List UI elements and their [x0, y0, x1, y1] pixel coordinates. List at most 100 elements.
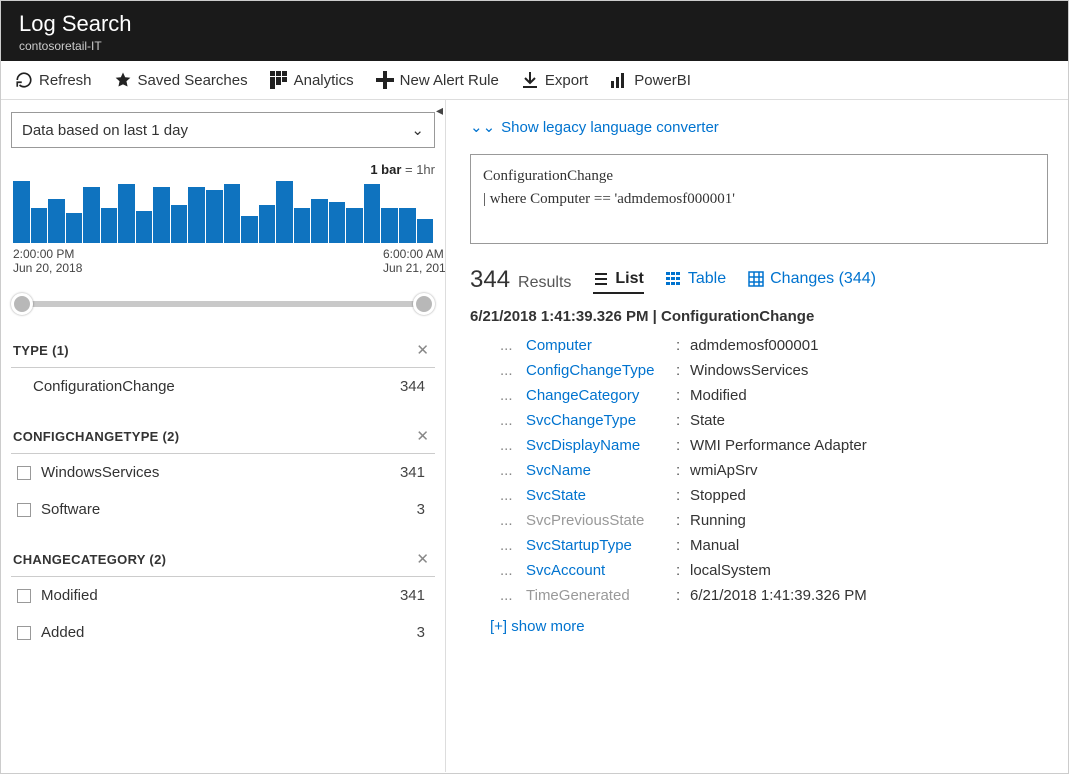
- property-key[interactable]: ChangeCategory: [526, 387, 676, 404]
- property-value: Modified: [690, 387, 747, 404]
- histogram-bar[interactable]: [66, 213, 83, 243]
- histogram-bar[interactable]: [381, 208, 398, 243]
- facet-close-icon[interactable]: ✕: [416, 550, 429, 568]
- histogram-bar[interactable]: [364, 184, 381, 243]
- facet-close-icon[interactable]: ✕: [416, 427, 429, 445]
- histogram-bar[interactable]: [224, 184, 241, 243]
- collapse-left-icon[interactable]: ◂: [436, 102, 443, 119]
- export-button[interactable]: Export: [521, 71, 588, 89]
- histogram-bar[interactable]: [171, 205, 188, 243]
- histogram-bar[interactable]: [188, 187, 205, 243]
- ellipsis-icon[interactable]: ...: [500, 437, 526, 454]
- histogram-bar[interactable]: [417, 219, 434, 243]
- property-row: ...SvcStartupType:Manual: [470, 533, 1048, 558]
- axis-left-date: Jun 20, 2018: [13, 261, 133, 275]
- property-key[interactable]: SvcChangeType: [526, 412, 676, 429]
- histogram-bar[interactable]: [311, 199, 328, 243]
- ellipsis-icon[interactable]: ...: [500, 587, 526, 604]
- property-row: ...SvcName:wmiApSrv: [470, 458, 1048, 483]
- bar-scale-label: 1 bar = 1hr: [11, 162, 435, 177]
- histogram-chart[interactable]: [11, 181, 435, 243]
- histogram-bar[interactable]: [153, 187, 170, 243]
- property-key[interactable]: SvcDisplayName: [526, 437, 676, 454]
- powerbi-label: PowerBI: [634, 72, 691, 89]
- ellipsis-icon[interactable]: ...: [500, 562, 526, 579]
- property-value: localSystem: [690, 562, 771, 579]
- facet-row[interactable]: ConfigurationChange344: [11, 368, 435, 405]
- facet-group: CONFIGCHANGETYPE (2)✕WindowsServices341S…: [11, 423, 435, 528]
- colon: :: [676, 512, 690, 529]
- facet-row[interactable]: Software3: [11, 491, 435, 528]
- property-value: State: [690, 412, 725, 429]
- list-icon: [593, 271, 609, 287]
- ellipsis-icon[interactable]: ...: [500, 387, 526, 404]
- ellipsis-icon[interactable]: ...: [500, 537, 526, 554]
- facet-row[interactable]: Added3: [11, 614, 435, 651]
- checkbox[interactable]: [17, 589, 31, 603]
- histogram-bar[interactable]: [276, 181, 293, 243]
- checkbox[interactable]: [17, 626, 31, 640]
- time-slider[interactable]: [13, 289, 433, 319]
- histogram-bar[interactable]: [399, 208, 416, 243]
- results-count: 344: [470, 266, 510, 294]
- histogram-bar[interactable]: [31, 208, 48, 243]
- ellipsis-icon[interactable]: ...: [500, 337, 526, 354]
- left-panel: ◂ Data based on last 1 day ⌄ 1 bar = 1hr…: [1, 100, 446, 772]
- checkbox[interactable]: [17, 466, 31, 480]
- histogram-bar[interactable]: [101, 208, 118, 243]
- property-key[interactable]: SvcAccount: [526, 562, 676, 579]
- view-table-tab[interactable]: Table: [666, 270, 726, 292]
- time-range-dropdown[interactable]: Data based on last 1 day ⌄: [11, 112, 435, 148]
- histogram-bar[interactable]: [294, 208, 311, 243]
- ellipsis-icon[interactable]: ...: [500, 412, 526, 429]
- saved-searches-button[interactable]: Saved Searches: [114, 71, 248, 89]
- ellipsis-icon[interactable]: ...: [500, 512, 526, 529]
- facet-close-icon[interactable]: ✕: [416, 341, 429, 359]
- property-key[interactable]: ConfigChangeType: [526, 362, 676, 379]
- histogram-bar[interactable]: [346, 208, 363, 243]
- facet-label: Modified: [41, 587, 400, 604]
- histogram-bar[interactable]: [83, 187, 100, 243]
- view-changes-tab[interactable]: Changes (344): [748, 270, 876, 292]
- plus-icon: [376, 71, 394, 89]
- property-value: wmiApSrv: [690, 462, 758, 479]
- facet-row[interactable]: Modified341: [11, 577, 435, 614]
- facet-header: CHANGECATEGORY (2)✕: [11, 546, 435, 577]
- colon: :: [676, 462, 690, 479]
- view-changes-label: Changes (344): [770, 270, 876, 288]
- histogram-bar[interactable]: [48, 199, 65, 243]
- powerbi-button[interactable]: PowerBI: [610, 71, 691, 89]
- histogram-bar[interactable]: [259, 205, 276, 243]
- analytics-button[interactable]: Analytics: [270, 71, 354, 89]
- toolbar: Refresh Saved Searches Analytics New Ale…: [1, 61, 1068, 100]
- property-key[interactable]: SvcState: [526, 487, 676, 504]
- histogram-bar[interactable]: [206, 190, 223, 243]
- time-range-label: Data based on last 1 day: [22, 122, 188, 139]
- ellipsis-icon[interactable]: ...: [500, 487, 526, 504]
- ellipsis-icon[interactable]: ...: [500, 362, 526, 379]
- ellipsis-icon[interactable]: ...: [500, 462, 526, 479]
- property-key[interactable]: Computer: [526, 337, 676, 354]
- histogram-bar[interactable]: [118, 184, 135, 243]
- slider-thumb-right[interactable]: [413, 293, 435, 315]
- property-key: TimeGenerated: [526, 587, 676, 604]
- query-editor[interactable]: ConfigurationChange| where Computer == '…: [470, 154, 1048, 244]
- facet-header: CONFIGCHANGETYPE (2)✕: [11, 423, 435, 454]
- refresh-button[interactable]: Refresh: [15, 71, 92, 89]
- property-key[interactable]: SvcName: [526, 462, 676, 479]
- show-more-link[interactable]: [+] show more: [490, 618, 1048, 635]
- view-list-tab[interactable]: List: [593, 270, 643, 294]
- facet-row[interactable]: WindowsServices341: [11, 454, 435, 491]
- property-key[interactable]: SvcStartupType: [526, 537, 676, 554]
- facet-label: Added: [41, 624, 417, 641]
- new-alert-button[interactable]: New Alert Rule: [376, 71, 499, 89]
- histogram-bar[interactable]: [13, 181, 30, 243]
- checkbox[interactable]: [17, 503, 31, 517]
- histogram-bar[interactable]: [241, 216, 258, 243]
- slider-thumb-left[interactable]: [11, 293, 33, 315]
- histogram-bar[interactable]: [329, 202, 346, 243]
- histogram-bar[interactable]: [136, 211, 153, 243]
- legacy-converter-link[interactable]: ⌄⌄ Show legacy language converter: [470, 118, 1048, 136]
- header: Log Search contosoretail-IT: [1, 1, 1068, 61]
- property-key: SvcPreviousState: [526, 512, 676, 529]
